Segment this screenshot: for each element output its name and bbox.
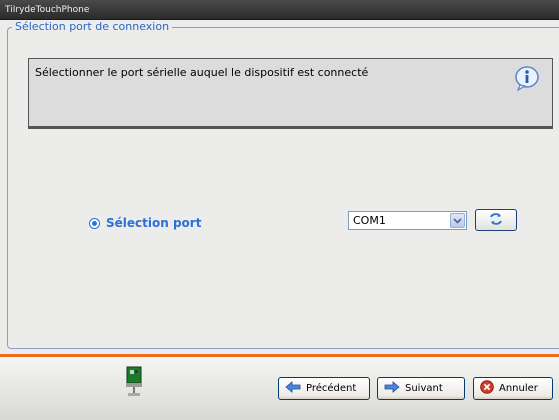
instruction-text: Sélectionner le port sérielle auquel le … (35, 66, 369, 79)
port-selection-radio[interactable] (89, 217, 100, 229)
cancel-button-label: Annuler (499, 383, 538, 394)
previous-button-label: Précédent (306, 383, 357, 394)
refresh-ports-button[interactable] (475, 209, 517, 231)
previous-button[interactable]: Précédent (278, 377, 370, 400)
port-selection-label: Sélection port (106, 216, 202, 230)
refresh-icon (488, 212, 504, 229)
wizard-footer: Précédent Suivant Annuler (0, 354, 559, 420)
next-button[interactable]: Suivant (377, 377, 465, 400)
info-icon (514, 65, 540, 94)
group-legend: Sélection port de connexion (12, 20, 173, 33)
port-dropdown[interactable]: COM1 (348, 211, 467, 230)
next-button-label: Suivant (405, 383, 443, 394)
arrow-right-icon (384, 381, 400, 396)
arrow-left-icon (285, 381, 301, 396)
port-dropdown-value: COM1 (353, 214, 386, 227)
chevron-down-icon[interactable] (450, 213, 465, 228)
window-title-bar[interactable]: TiIrydeTouchPhone (0, 0, 559, 20)
window-title: TiIrydeTouchPhone (5, 5, 90, 15)
network-card-icon (124, 365, 144, 406)
cancel-button[interactable]: Annuler (473, 377, 553, 400)
cancel-icon (480, 380, 494, 397)
instruction-panel: Sélectionner le port sérielle auquel le … (28, 58, 553, 129)
port-selection-option[interactable]: Sélection port (89, 216, 201, 230)
